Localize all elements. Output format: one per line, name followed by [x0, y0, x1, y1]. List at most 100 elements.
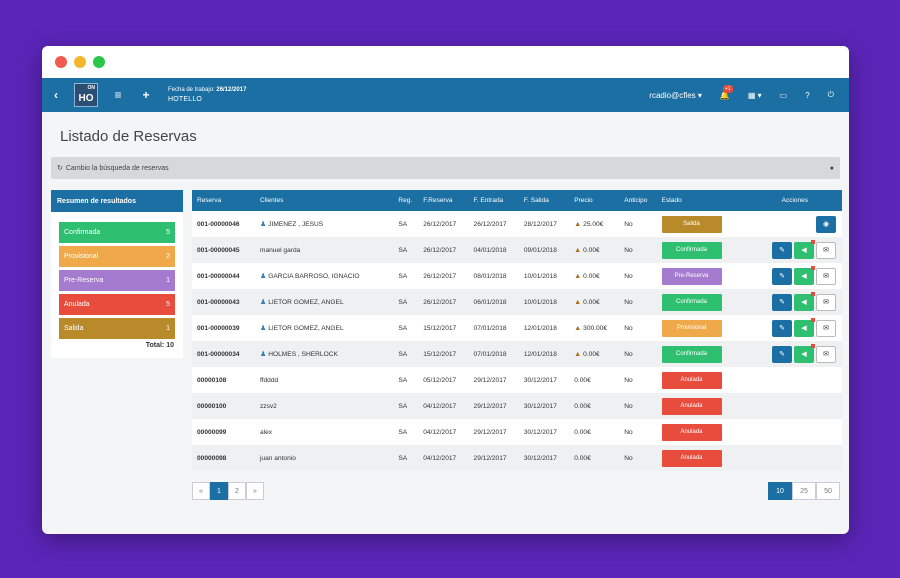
reservation-code[interactable]: 001-00000045 [192, 237, 255, 263]
alert-marker [811, 265, 815, 270]
status-badge[interactable]: Anulada [661, 423, 722, 441]
actions-group: ✎ ◀ ✉ [748, 265, 842, 285]
mail-icon[interactable]: ✉ [816, 241, 836, 259]
table-row[interactable]: 00000098 juan antonio SA 04/12/2017 29/12/20… [192, 445, 842, 471]
client-name[interactable]: JIMENEZ , JESUS [268, 221, 323, 228]
edit-icon[interactable]: ✎ [772, 293, 792, 311]
reservation-code[interactable]: 00000098 [192, 445, 255, 471]
page-button[interactable]: 2 [228, 482, 246, 500]
summary-item[interactable]: Anulada 5 [59, 294, 175, 315]
status-badge[interactable]: Confirmada [661, 293, 722, 311]
mail-icon[interactable]: ✉ [816, 267, 836, 285]
announce-icon[interactable]: ◀ [794, 239, 815, 259]
summary-item[interactable]: Provisional 2 [59, 246, 175, 267]
page-size-option[interactable]: 10 [768, 482, 792, 500]
status-badge[interactable]: Pre-Reserva [661, 267, 722, 285]
close-window-button[interactable] [55, 56, 67, 68]
regimen-cell: SA [398, 246, 408, 254]
announce-icon[interactable]: ◀ [794, 343, 815, 363]
client-name[interactable]: ffdddd [260, 377, 278, 384]
prev-page-button[interactable]: « [192, 482, 210, 500]
client-name[interactable]: HOLMES , SHERLOCK [268, 351, 338, 358]
booking-date: 15/12/2017 [423, 350, 457, 358]
chevron-down-icon[interactable]: ● [830, 165, 834, 172]
column-header[interactable]: F. Entrada [469, 190, 519, 211]
table-row[interactable]: 001-00000034 ♟ HOLMES , SHERLOCK SA 15/12/20… [192, 341, 842, 367]
column-header[interactable]: Reg. [393, 190, 418, 211]
edit-icon[interactable]: ✎ [772, 345, 792, 363]
column-header[interactable]: Precio [569, 190, 619, 211]
table-row[interactable]: 001-00000043 ♟ LIETOR GOMEZ, ANGEL SA 26/12/… [192, 289, 842, 315]
announce-icon[interactable]: ◀ [794, 317, 815, 337]
column-header[interactable]: F.Reserva [418, 190, 468, 211]
notifications-button[interactable]: 🔔 +1 [711, 84, 739, 100]
minimize-window-button[interactable] [74, 56, 86, 68]
app-logo[interactable]: ON HO [74, 83, 98, 107]
table-row[interactable]: 00000108 ffdddd SA 05/12/2017 29/12/2017 30/1… [192, 367, 842, 393]
announce-icon[interactable]: ◀ [794, 291, 815, 311]
help-icon[interactable]: ? [796, 91, 818, 100]
reservation-code[interactable]: 00000099 [192, 419, 255, 445]
edit-icon[interactable]: ✎ [772, 267, 792, 285]
status-badge[interactable]: Salida [661, 215, 722, 233]
summary-item[interactable]: Confirmada 5 [59, 222, 175, 243]
page-button[interactable]: 1 [210, 482, 228, 500]
table-row[interactable]: 001-00000045 manuel garda SA 26/12/2017 04/0… [192, 237, 842, 263]
column-header[interactable]: F. Salida [519, 190, 569, 211]
client-cell: ♟ GARCIA BARROSO, IGNACIO [255, 263, 393, 289]
mail-icon[interactable]: ✉ [816, 345, 836, 363]
building-icon[interactable]: ▦ ▾ [739, 91, 771, 100]
edit-icon[interactable]: ✎ [772, 241, 792, 259]
reservation-code[interactable]: 001-00000039 [192, 315, 255, 341]
table-row[interactable]: 001-00000039 ♟ LIETOR GOMEZ, ANGEL SA 15/12/… [192, 315, 842, 341]
column-header[interactable]: Clientes [255, 190, 393, 211]
reservation-code[interactable]: 001-00000043 [192, 289, 255, 315]
status-badge[interactable]: Confirmada [661, 241, 722, 259]
client-name[interactable]: alex [260, 429, 272, 436]
user-menu[interactable]: rcadio@cfles ▾ [640, 91, 711, 100]
status-badge[interactable]: Anulada [661, 397, 722, 415]
status-badge[interactable]: Provisional [661, 319, 722, 337]
client-name[interactable]: LIETOR GOMEZ, ANGEL [268, 325, 343, 332]
table-row[interactable]: 00000099 alex SA 04/12/2017 29/12/2017 30/12/… [192, 419, 842, 445]
client-name[interactable]: zzsv2 [260, 403, 277, 410]
table-row[interactable]: 001-00000046 ♟ JIMENEZ , JESUS SA 26/12/2017… [192, 211, 842, 237]
monitor-icon[interactable]: ▭ [771, 91, 797, 100]
column-header[interactable]: Estado [657, 190, 743, 211]
page-size-option[interactable]: 50 [816, 482, 840, 500]
reservation-code[interactable]: 00000108 [192, 367, 255, 393]
maximize-window-button[interactable] [93, 56, 105, 68]
reservation-code[interactable]: 001-00000046 [192, 211, 255, 237]
alert-marker [811, 291, 815, 296]
announce-icon[interactable]: ◀ [794, 265, 815, 285]
reservation-code[interactable]: 00000100 [192, 393, 255, 419]
column-header[interactable]: Acciones [743, 190, 842, 211]
add-icon[interactable]: + [132, 88, 160, 102]
client-name[interactable]: manuel garda [260, 247, 300, 254]
mail-icon[interactable]: ✉ [816, 319, 836, 337]
deposit-cell: No [624, 246, 633, 254]
column-header[interactable]: Anticipo [619, 190, 656, 211]
summary-item[interactable]: Pre-Reserva 1 [59, 270, 175, 291]
status-badge[interactable]: Anulada [661, 449, 722, 467]
edit-icon[interactable]: ✎ [772, 319, 792, 337]
client-name[interactable]: juan antonio [260, 455, 296, 462]
back-icon[interactable]: ‹ [42, 88, 70, 102]
client-name[interactable]: GARCIA BARROSO, IGNACIO [268, 273, 359, 280]
mail-icon[interactable]: ✉ [816, 293, 836, 311]
view-icon[interactable]: ◉ [816, 215, 836, 233]
table-row[interactable]: 001-00000044 ♟ GARCIA BARROSO, IGNACIO SA 26… [192, 263, 842, 289]
reservation-code[interactable]: 001-00000034 [192, 341, 255, 367]
column-header[interactable]: Reserva [192, 190, 255, 211]
status-badge[interactable]: Confirmada [661, 345, 722, 363]
power-icon[interactable]: ⏻ [819, 90, 843, 100]
status-badge[interactable]: Anulada [661, 371, 722, 389]
menu-icon[interactable]: ≡ [104, 88, 132, 102]
summary-item[interactable]: Salida 1 [59, 318, 175, 339]
reservation-code[interactable]: 001-00000044 [192, 263, 255, 289]
next-page-button[interactable]: » [246, 482, 264, 500]
search-toggle-bar[interactable]: ↻ Cambio la búsqueda de reservas ● [51, 157, 840, 179]
page-size-option[interactable]: 25 [792, 482, 816, 500]
client-name[interactable]: LIETOR GOMEZ, ANGEL [268, 299, 343, 306]
table-row[interactable]: 00000100 zzsv2 SA 04/12/2017 29/12/2017 30/12… [192, 393, 842, 419]
